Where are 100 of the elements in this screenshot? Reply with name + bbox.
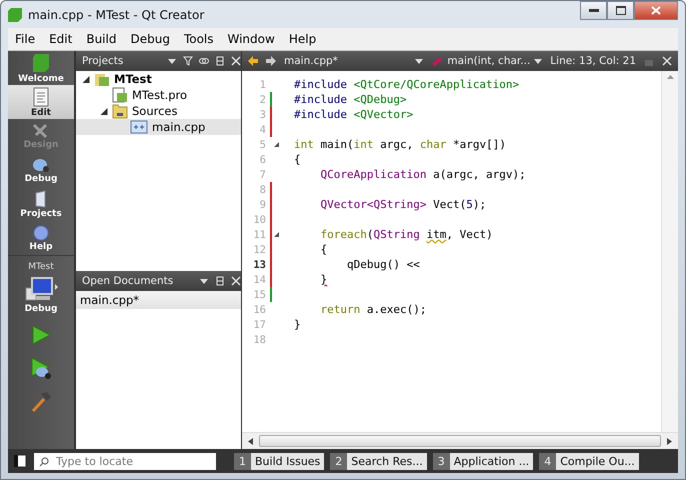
code-line: foreach(QString itm, Vect) <box>319 228 493 241</box>
close-icon[interactable] <box>231 56 241 66</box>
code-line: } <box>293 318 301 331</box>
fold-marker-icon[interactable] <box>274 142 279 146</box>
help-icon <box>33 224 49 240</box>
maximize-icon <box>616 6 626 15</box>
run-icon[interactable] <box>30 324 52 346</box>
tree-item[interactable]: Sources <box>76 103 241 119</box>
tree-item[interactable]: main.cpp <box>76 119 241 135</box>
maximize-button[interactable] <box>607 1 634 20</box>
line-number: 7 <box>258 168 266 180</box>
code-line: int main(int argc, char *argv[]) <box>293 138 506 151</box>
line-number: 4 <box>258 124 266 136</box>
code-line: QCoreApplication a(argc, argv); <box>319 168 526 181</box>
split-icon[interactable] <box>215 276 225 286</box>
line-number: 14 <box>252 274 266 286</box>
close-icon[interactable] <box>662 56 672 66</box>
menu-item[interactable]: Window <box>220 32 282 46</box>
pane-title: Projects <box>82 55 124 67</box>
tree-item[interactable]: MTest <box>76 71 241 87</box>
design-tools-icon <box>32 122 50 138</box>
mode-tab[interactable]: Edit <box>8 85 74 119</box>
code-line: qDebug() << <box>346 258 420 271</box>
line-number: 10 <box>252 214 266 226</box>
output-pane-button[interactable]: 1 Build Issues <box>234 452 324 470</box>
line-number: 9 <box>258 198 266 210</box>
cpp-file-icon <box>130 120 148 134</box>
line-number: 18 <box>252 334 266 346</box>
function-icon <box>431 56 444 66</box>
link-icon[interactable] <box>199 56 209 66</box>
filter-icon[interactable] <box>183 56 193 66</box>
window-title: main.cpp - MTest - Qt Creator <box>28 8 206 22</box>
code-line: { <box>319 243 328 256</box>
scroll-right-icon[interactable] <box>667 438 672 444</box>
debug-run-icon[interactable] <box>29 356 53 380</box>
code-line: return a.exec(); <box>319 303 426 316</box>
minimize-icon <box>588 8 598 12</box>
line-number: 13 <box>252 258 266 270</box>
project-file-icon <box>112 87 128 103</box>
line-number: 16 <box>252 304 266 316</box>
line-number: 11 <box>252 228 266 240</box>
mode-tab[interactable]: Debug <box>8 153 74 187</box>
expand-arrow-icon[interactable] <box>100 108 108 114</box>
output-pane-button[interactable]: 2 Search Res... <box>330 452 427 470</box>
menu-item[interactable]: Build <box>79 32 124 46</box>
locator-field[interactable]: Type to locate <box>34 452 216 470</box>
code-line: } <box>320 273 328 286</box>
fold-marker-icon[interactable] <box>274 232 279 236</box>
hammer-icon[interactable] <box>29 390 53 414</box>
close-icon[interactable] <box>231 276 241 286</box>
line-number: 8 <box>258 184 266 196</box>
project-icon <box>94 71 110 87</box>
sidebar-toggle-icon[interactable] <box>14 455 26 467</box>
menu-item[interactable]: Edit <box>42 32 80 46</box>
line-number: 1 <box>258 78 266 90</box>
dropdown-icon[interactable] <box>167 56 177 66</box>
code-line: QVector<QString> Vect(5); <box>319 198 486 211</box>
line-number: 2 <box>258 94 266 106</box>
scroll-left-icon[interactable] <box>248 438 253 444</box>
mode-tab[interactable]: Projects <box>8 187 74 221</box>
menu-item[interactable]: Tools <box>176 32 220 46</box>
file-selector[interactable]: main.cpp* <box>284 55 424 67</box>
back-arrow-icon[interactable] <box>248 56 258 66</box>
output-pane-button[interactable]: 4 Compile Ou... <box>539 452 639 470</box>
cursor-position: Line: 13, Col: 21 <box>550 55 636 67</box>
line-number: 3 <box>258 108 266 120</box>
mode-tab[interactable]: Welcome <box>8 51 74 85</box>
minimize-button[interactable] <box>580 1 607 20</box>
line-number: 15 <box>252 288 266 300</box>
expand-arrow-icon[interactable] <box>82 76 90 82</box>
menu-item[interactable]: Help <box>282 32 324 46</box>
build-config-selector[interactable]: Debug <box>24 276 58 314</box>
code-line: #include <QtCore/QCoreApplication> <box>293 78 520 91</box>
close-button[interactable] <box>634 1 678 20</box>
scrollbar-thumb[interactable] <box>259 435 661 447</box>
bug-icon <box>32 156 50 172</box>
line-number: 6 <box>258 154 266 166</box>
menu-item[interactable]: Debug <box>123 32 177 46</box>
qt-logo-icon <box>8 8 22 22</box>
code-line: #include <QDebug> <box>293 93 407 106</box>
menu-item[interactable]: File <box>8 32 42 46</box>
caret-icon <box>534 58 542 64</box>
dropdown-icon[interactable] <box>199 276 209 286</box>
symbol-selector[interactable]: main(int, char... <box>431 55 542 67</box>
line-number: 12 <box>252 244 266 256</box>
line-number: 17 <box>252 318 266 330</box>
code-line: #include <QVector> <box>293 108 414 121</box>
split-icon[interactable] <box>215 56 225 66</box>
tree-item[interactable]: MTest.pro <box>76 87 241 103</box>
target-project-label: MTest <box>28 262 54 272</box>
forward-arrow-icon[interactable] <box>266 56 276 66</box>
code-line: { <box>293 153 301 166</box>
document-icon <box>33 86 49 106</box>
pane-title: Open Documents <box>82 275 174 287</box>
caret-icon <box>415 58 424 64</box>
close-icon <box>651 6 661 15</box>
output-pane-button[interactable]: 3 Application ... <box>432 452 534 470</box>
mode-tab[interactable]: Help <box>8 221 74 255</box>
document-item[interactable]: main.cpp* <box>76 291 241 309</box>
line-number: 5 <box>258 138 266 150</box>
